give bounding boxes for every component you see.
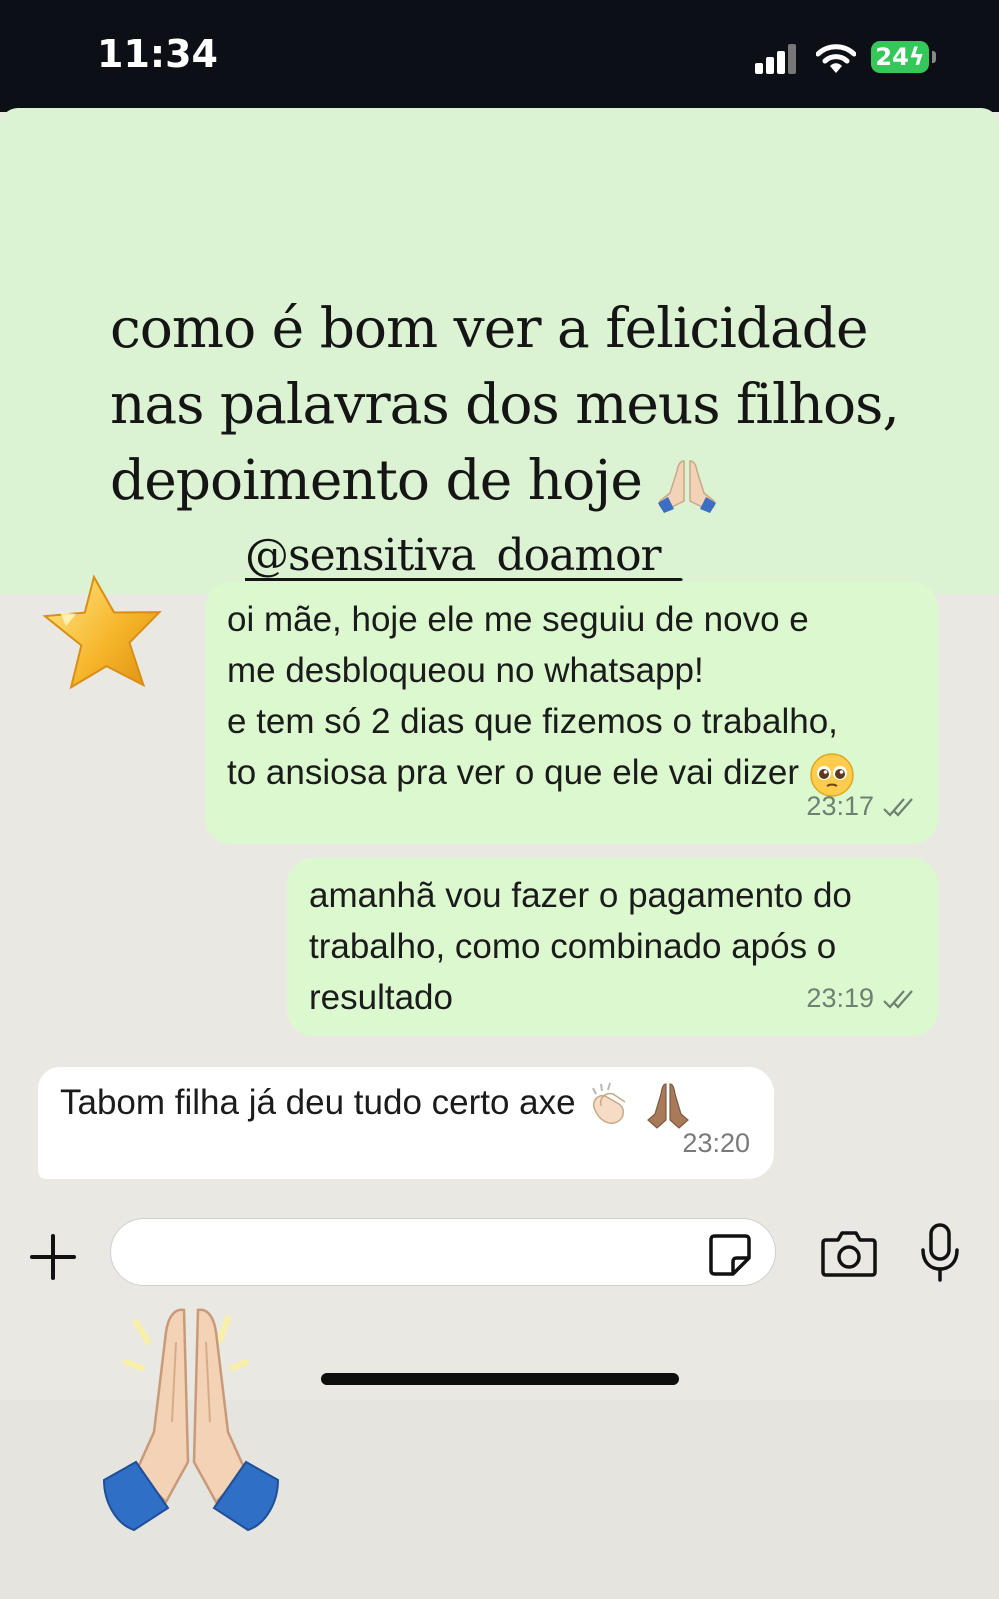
message-line: to ansiosa pra ver o que ele vai dizer (227, 753, 799, 792)
message-line: me desbloqueou no whatsapp! (227, 651, 704, 690)
message-time: 23:20 (682, 1128, 750, 1158)
message-meta: 23:17 (806, 781, 916, 832)
sticker-icon[interactable] (707, 1232, 753, 1278)
composer-bar (0, 1210, 999, 1300)
message-time: 23:17 (806, 791, 874, 821)
message-time: 23:19 (806, 983, 874, 1013)
battery-level: 24 (875, 43, 909, 71)
message-input[interactable] (110, 1218, 776, 1286)
status-bar: 11:34 24ϟ (0, 0, 999, 112)
message-text: oi mãe, hoje ele me seguiu de novo e me … (205, 582, 938, 798)
charging-bolt-icon: ϟ (908, 43, 925, 71)
caption-line: depoimento de hoje (110, 448, 643, 512)
message-text: Tabom filha já deu tudo certo axe (38, 1067, 774, 1130)
status-time: 11:34 (97, 32, 218, 76)
profile-handle[interactable]: @sensitiva_doamor_ (245, 530, 683, 581)
camera-icon[interactable] (820, 1228, 878, 1278)
message-meta: 23:19 (806, 973, 916, 1024)
message-line: e tem só 2 dias que fizemos o trabalho, (227, 702, 838, 741)
praying-hands-icon (657, 460, 716, 513)
plus-icon[interactable] (28, 1232, 78, 1282)
clapping-hands-icon (592, 1082, 626, 1124)
message-line: trabalho, como combinado após o (309, 927, 837, 966)
message-line: oi mãe, hoje ele me seguiu de novo e (227, 600, 809, 639)
battery-tip (932, 51, 936, 63)
double-check-icon (883, 989, 913, 1009)
double-check-icon (883, 797, 913, 817)
message-line: resultado (309, 978, 453, 1017)
battery-charging-icon: 24ϟ (871, 41, 929, 73)
caption-line: como é bom ver a felicidade (110, 296, 869, 360)
caption-line: nas palavras dos meus filhos, (110, 372, 900, 436)
message-meta: 23:20 (682, 1118, 750, 1169)
signal-icon (755, 44, 799, 74)
message-bubble-outgoing[interactable]: oi mãe, hoje ele me seguiu de novo e me … (205, 582, 938, 844)
wifi-icon (816, 44, 856, 73)
message-bubble-incoming[interactable]: Tabom filha já deu tudo certo axe 23:20 (38, 1067, 774, 1179)
praying-hands-sticker-icon (102, 1308, 280, 1532)
message-bubble-outgoing[interactable]: amanhã vou fazer o pagamento do trabalho… (287, 858, 938, 1036)
story-caption: como é bom ver a felicidade nas palavras… (110, 290, 970, 518)
message-line: amanhã vou fazer o pagamento do (309, 876, 852, 915)
home-indicator[interactable] (321, 1373, 679, 1385)
message-line: Tabom filha já deu tudo certo axe (60, 1083, 576, 1122)
star-sticker-icon (42, 574, 162, 690)
microphone-icon[interactable] (920, 1222, 960, 1284)
